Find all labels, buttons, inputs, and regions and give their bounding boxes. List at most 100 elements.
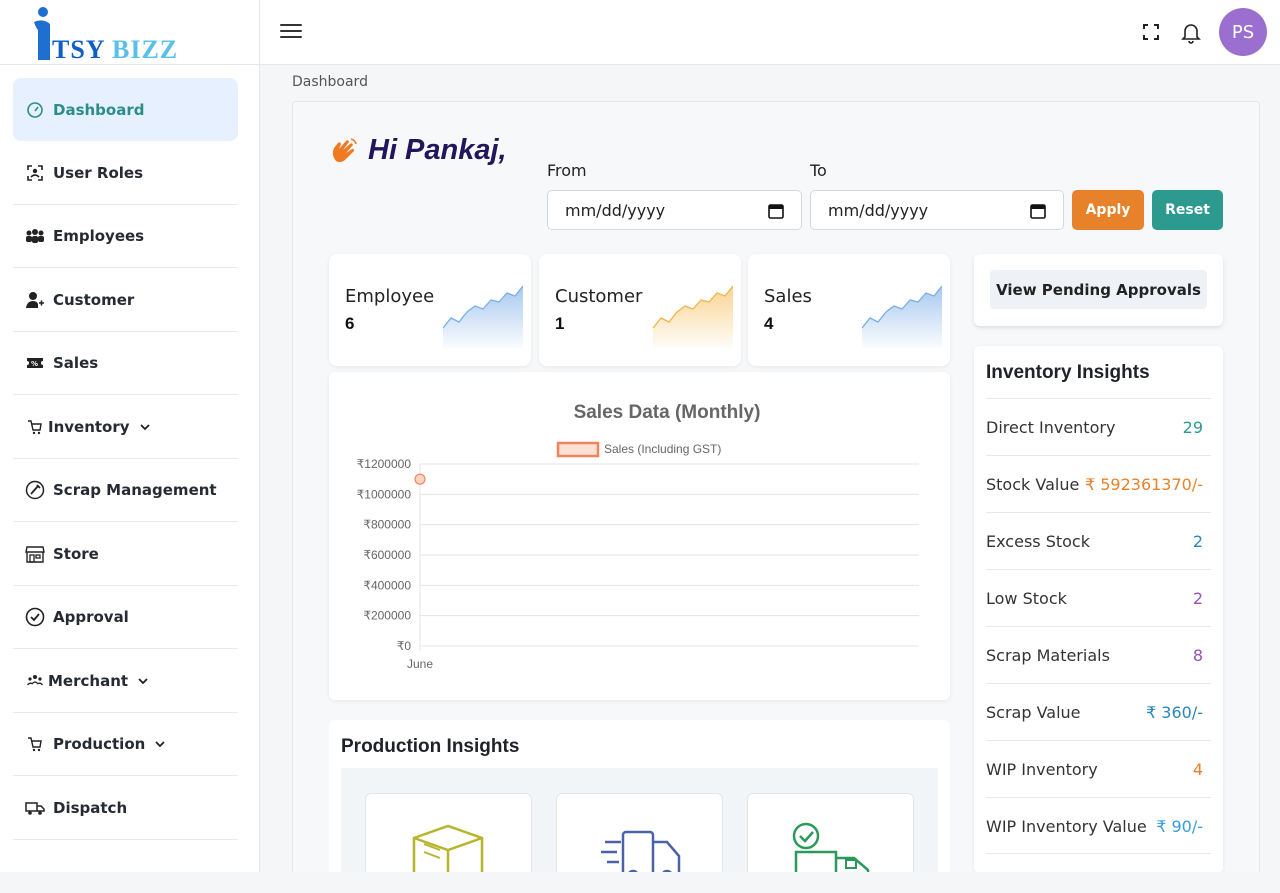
inventory-row[interactable]: Direct Inventory 29 [986,398,1211,455]
svg-text:TSY: TSY [52,35,106,64]
sidebar-item-employees[interactable]: Employees [13,205,238,268]
sidebar-item-customer[interactable]: Customer [13,269,238,332]
user-scan-icon [25,163,45,183]
inventory-row-value: ₹ 90/- [1156,817,1203,836]
apply-button[interactable]: Apply [1072,190,1144,230]
sidebar-item-store[interactable]: Store [13,523,238,586]
chart-title: Sales Data (Monthly) [574,402,761,423]
inventory-row[interactable]: Low Stock 2 [986,569,1211,626]
top-header: TSY BIZZ PS [0,0,1280,65]
employee-stat-card[interactable]: Employee 6 [329,254,531,366]
y-tick-label: ₹600000 [363,548,411,562]
wave-hand-icon [332,137,357,162]
inventory-row[interactable]: WIP Inventory 4 [986,740,1211,797]
from-label: From [547,161,587,180]
to-label: To [810,161,827,180]
stat-value: 4 [764,314,774,333]
inventory-row[interactable]: Scrap Value ₹ 360/- [986,683,1211,740]
inventory-row[interactable]: WIP Inventory Value ₹ 90/- [986,797,1211,854]
stat-title: Sales [764,286,812,307]
calendar-icon[interactable] [1030,203,1046,219]
sidebar-item-dispatch[interactable]: Dispatch [13,777,238,840]
inventory-row[interactable]: Stock Value ₹ 592361370/- [986,455,1211,512]
greeting: Hi Pankaj, [328,134,507,167]
sales-chart-card: Sales Data (Monthly) Sales (Including GS… [329,372,950,700]
sidebar-item-production[interactable]: Production [13,713,238,776]
svg-text:%: % [31,360,38,368]
sidebar-item-label: Customer [53,291,135,309]
from-date-input[interactable]: mm/dd/yyyy [547,190,802,230]
to-date-value: mm/dd/yyyy [828,200,929,220]
inventory-row[interactable]: Excess Stock 2 [986,512,1211,569]
inventory-row-value: 29 [1182,418,1203,437]
stat-value: 6 [345,314,355,333]
bell-icon[interactable] [1179,20,1203,44]
customer-stat-card[interactable]: Customer 1 [539,254,741,366]
production-insights-card: Production Insights [329,720,950,893]
menu-toggle-button[interactable] [280,20,304,44]
store-icon [25,544,45,564]
data-point[interactable] [414,473,426,485]
truck-icon [25,798,45,818]
sidebar-item-label: Production [53,735,146,753]
inventory-row-label: Excess Stock [986,532,1090,551]
person-add-icon [25,290,45,310]
sidebar-item-label: Employees [53,227,145,245]
sidebar-item-label: Sales [53,354,99,372]
legend-swatch [556,441,600,458]
production-insights-title: Production Insights [341,736,520,757]
inventory-row-label: WIP Inventory [986,760,1098,779]
sidebar-item-sales[interactable]: % Sales [13,332,238,395]
sparkline-icon [653,285,733,348]
inventory-insights-title: Inventory Insights [986,362,1150,383]
sidebar-item-label: User Roles [53,164,143,182]
sidebar-item-user-roles[interactable]: User Roles [13,142,238,205]
inventory-insights-card: Inventory Insights Direct Inventory 29 St… [974,346,1223,873]
y-tick-label: ₹800000 [363,518,411,532]
inventory-row-value: 8 [1192,646,1203,665]
logo[interactable]: TSY BIZZ [0,0,260,65]
sidebar-item-inventory[interactable]: Inventory [13,396,238,459]
svg-text:BIZZ: BIZZ [112,35,178,64]
sidebar-item-label: Dashboard [53,100,145,119]
fullscreen-icon[interactable] [1140,21,1162,43]
sidebar-item-scrap-management[interactable]: Scrap Management [13,459,238,522]
y-tick-label: ₹400000 [363,578,411,592]
from-date-value: mm/dd/yyyy [565,200,666,220]
check-circle-icon [25,607,45,627]
view-pending-approvals-button[interactable]: View Pending Approvals [990,270,1207,309]
inventory-row-value: 2 [1192,589,1203,608]
sidebar-item-label: Inventory [48,418,130,436]
inventory-row-label: Direct Inventory [986,418,1116,437]
cart-icon [25,734,45,754]
inventory-row-value: 2 [1192,532,1203,551]
sidebar-item-approval[interactable]: Approval [13,586,238,649]
sidebar-item-label: Merchant [48,672,129,690]
inventory-row[interactable]: Scrap Materials 8 [986,626,1211,683]
chevron-down-icon [138,678,148,685]
x-tick-label: June [407,657,433,671]
inventory-row-label: Stock Value [986,475,1080,494]
sidebar-item-dashboard[interactable]: Dashboard [13,78,238,141]
sales-stat-card[interactable]: Sales 4 [748,254,950,366]
calendar-icon[interactable] [768,203,784,219]
sidebar-item-label: Dispatch [53,799,128,817]
avatar[interactable]: PS [1219,8,1267,56]
sidebar-item-label: Store [53,545,99,563]
greeting-text: Hi Pankaj, [368,134,507,166]
stat-title: Employee [345,286,435,307]
stat-value: 1 [555,314,565,333]
y-tick-label: ₹1000000 [357,487,412,501]
breadcrumb: Dashboard [292,74,368,90]
inventory-row-value: 4 [1192,760,1203,779]
y-tick-label: ₹0 [397,639,412,653]
cart-icon [25,417,45,437]
to-date-input[interactable]: mm/dd/yyyy [810,190,1064,230]
inventory-row-label: Low Stock [986,589,1067,608]
reset-button[interactable]: Reset [1152,190,1223,230]
y-tick-label: ₹200000 [363,609,411,623]
scrap-icon [25,480,45,500]
y-tick-label: ₹1200000 [357,457,412,471]
sidebar-item-merchant[interactable]: Merchant [13,650,238,713]
inventory-row-label: WIP Inventory Value [986,817,1147,836]
